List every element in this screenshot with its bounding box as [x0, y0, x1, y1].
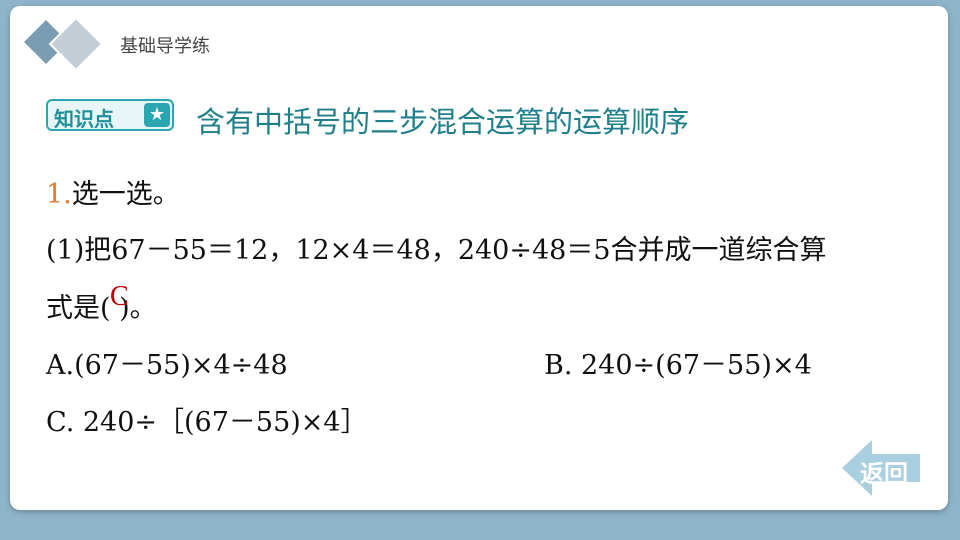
section-title: 含有中括号的三步混合运算的运算顺序	[196, 105, 690, 139]
question-line-1: (1)把67－55＝12，12×4＝48，240÷48＝5合并成一道综合算	[46, 235, 827, 266]
answer-mark: C	[110, 281, 129, 312]
diamond-logo-icon	[24, 16, 104, 72]
knowledge-point-tag: 知识点 ★	[46, 99, 174, 131]
option-b: B. 240÷(67－55)×4	[544, 350, 812, 381]
question-title: 选一选。	[71, 179, 180, 210]
star-icon: ★	[144, 103, 170, 127]
back-button[interactable]: 返回	[860, 454, 908, 489]
question-number: 1.	[46, 179, 72, 210]
option-c: C. 240÷［(67－55)×4］	[46, 407, 368, 438]
question-line-2: 式是( )。	[46, 293, 157, 324]
question-heading: 1.选一选。	[46, 172, 180, 211]
header-title: 基础导学练	[120, 36, 210, 57]
tag-label: 知识点	[54, 107, 114, 131]
option-a: A.(67－55)×4÷48	[46, 350, 288, 381]
